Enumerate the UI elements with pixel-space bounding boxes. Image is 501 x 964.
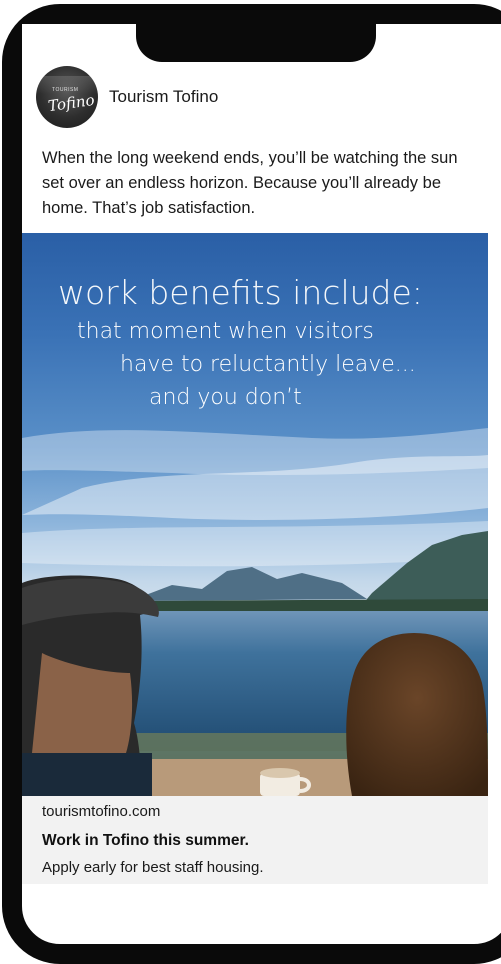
ad-overlay-line-1: that moment when visitors — [77, 319, 374, 344]
post-header[interactable]: TOURISM Tofino Tourism Tofino — [36, 66, 218, 128]
landscape-illustration — [22, 428, 488, 796]
avatar-logo-script-text: Tofino — [46, 90, 96, 116]
phone-notch — [136, 20, 376, 62]
link-description: Apply early for best staff housing. — [42, 859, 264, 876]
link-headline[interactable]: Work in Tofino this summer. — [42, 832, 249, 850]
post-caption: When the long weekend ends, you’ll be wa… — [42, 149, 458, 217]
avatar[interactable]: TOURISM Tofino — [36, 66, 98, 128]
link-domain[interactable]: tourismtofino.com — [42, 803, 160, 820]
ad-overlay-heading: work benefits include: — [58, 273, 423, 312]
ad-overlay-line-2: have to reluctantly leave... — [120, 352, 416, 377]
account-name[interactable]: Tourism Tofino — [109, 87, 218, 107]
ad-overlay-line-3: and you don’t — [149, 385, 302, 410]
ad-image[interactable]: work benefits include: that moment when … — [22, 233, 488, 796]
avatar-logo-small-text: TOURISM — [52, 87, 79, 93]
